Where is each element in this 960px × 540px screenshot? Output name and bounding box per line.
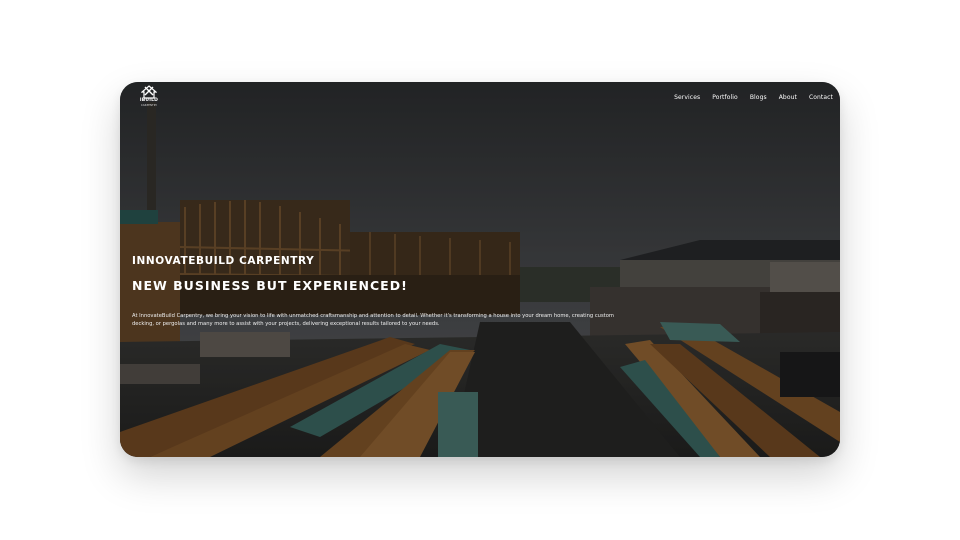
nav-contact[interactable]: Contact (809, 94, 833, 101)
hero-section: IBUILD CARPENTRY Services Portfolio Blog… (120, 82, 840, 457)
brand-logo[interactable]: IBUILD CARPENTRY (136, 85, 162, 115)
house-hammer-logo-icon (141, 85, 157, 99)
hero-kicker: INNOVATEBUILD CARPENTRY (132, 255, 315, 267)
nav-blogs[interactable]: Blogs (750, 94, 767, 101)
brand-tagline: CARPENTRY (140, 104, 158, 107)
hero-background-image (120, 82, 840, 457)
brand-name: IBUILD (139, 98, 159, 103)
hero-title: NEW BUSINESS BUT EXPERIENCED! (132, 278, 408, 293)
main-navigation: Services Portfolio Blogs About Contact (674, 94, 833, 101)
nav-services[interactable]: Services (674, 94, 700, 101)
nav-portfolio[interactable]: Portfolio (712, 94, 738, 101)
hero-description: At InnovateBuild Carpentry, we bring you… (132, 313, 614, 327)
nav-about[interactable]: About (779, 94, 797, 101)
